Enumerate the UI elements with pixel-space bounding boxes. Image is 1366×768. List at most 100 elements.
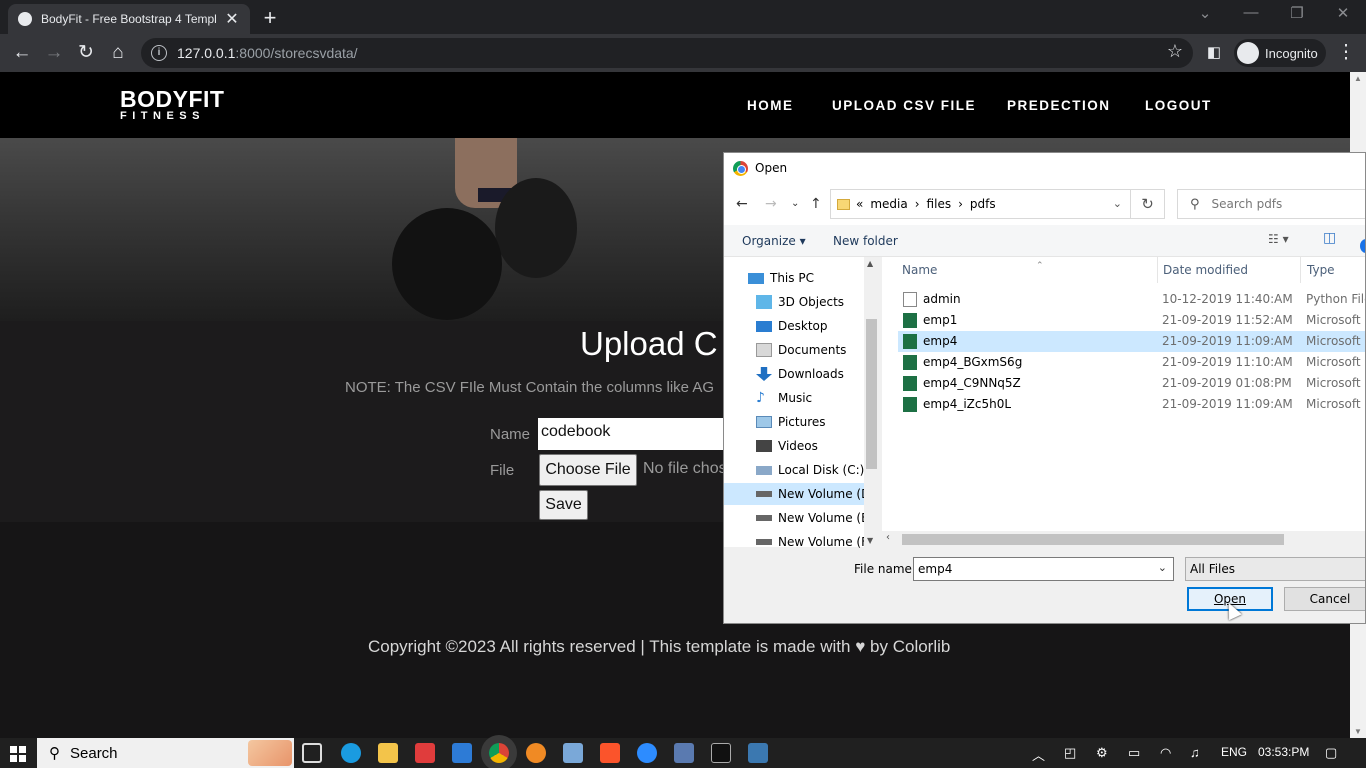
colorlib-link[interactable]: by Colorlib	[870, 637, 950, 656]
clock[interactable]: 03:53:PM	[1258, 745, 1309, 759]
refresh-icon[interactable]: ↻	[1131, 189, 1165, 219]
column-name[interactable]: Name ⌃	[896, 257, 1158, 283]
preview-pane-icon[interactable]: ◫	[1323, 230, 1336, 246]
file-row-emp4[interactable]: emp4 21-09-2019 11:09:AM Microsoft E	[898, 331, 1365, 352]
terminal-icon[interactable]	[711, 743, 731, 763]
scroll-down-icon[interactable]: ▼	[867, 536, 873, 545]
chevron-down-icon[interactable]: ⌄	[1158, 561, 1167, 574]
search-app-icon[interactable]	[526, 743, 546, 763]
nav-videos[interactable]: Videos	[724, 435, 864, 457]
tray-settings-icon[interactable]: ⚙	[1096, 745, 1108, 761]
tab-close-icon[interactable]: ✕	[224, 9, 240, 29]
scroll-up-icon[interactable]: ▲	[867, 259, 873, 268]
file-type-select[interactable]: All Files	[1185, 557, 1365, 581]
python-icon[interactable]	[748, 743, 768, 763]
back-icon[interactable]: ←	[10, 41, 34, 65]
crumb-pdfs[interactable]: pdfs	[970, 197, 996, 211]
brave-icon[interactable]	[600, 743, 620, 763]
forward-icon[interactable]: →	[42, 41, 66, 65]
scroll-down-icon[interactable]: ▼	[1354, 727, 1362, 736]
minimize-icon[interactable]: —	[1228, 4, 1274, 21]
app-icon-blue[interactable]	[563, 743, 583, 763]
tray-app-icon[interactable]: ◰	[1064, 745, 1076, 761]
file-explorer-icon[interactable]	[378, 743, 398, 763]
incognito-indicator[interactable]: Incognito	[1234, 39, 1326, 67]
task-view-icon[interactable]	[302, 743, 322, 763]
file-row-emp4-izc5h0l[interactable]: emp4_iZc5h0L 21-09-2019 11:09:AM Microso…	[898, 394, 1365, 415]
nav-music[interactable]: ♪ Music	[724, 387, 864, 409]
organize-button[interactable]: Organize ▾	[742, 234, 806, 248]
nav-home[interactable]: HOME	[747, 98, 794, 113]
wifi-icon[interactable]: ◠	[1160, 745, 1171, 761]
site-info-icon[interactable]: i	[151, 45, 167, 61]
path-overflow[interactable]: «	[856, 197, 863, 211]
nav-documents[interactable]: Documents	[724, 339, 864, 361]
dialog-search-input[interactable]: ⚲ Search pdfs	[1177, 189, 1365, 219]
column-type[interactable]: Type	[1301, 257, 1365, 283]
nav-new-volume-f[interactable]: New Volume (F:)	[724, 531, 864, 553]
nav-new-volume-d[interactable]: New Volume (D:	[724, 483, 864, 505]
crumb-files[interactable]: files	[927, 197, 952, 211]
app-icon-red[interactable]	[415, 743, 435, 763]
address-bar[interactable]: i 127.0.0.1:8000/storecsvdata/ ☆	[141, 38, 1193, 68]
taskbar-search[interactable]: ⚲ Search	[37, 738, 294, 768]
edge-icon[interactable]	[341, 743, 361, 763]
dialog-back-icon[interactable]: ←	[736, 196, 748, 212]
scroll-left-icon[interactable]: ‹	[886, 532, 890, 543]
file-row-emp1[interactable]: emp1 21-09-2019 11:52:AM Microsoft E	[898, 310, 1365, 331]
battery-icon[interactable]: ▭	[1128, 745, 1140, 761]
browser-tab[interactable]: BodyFit - Free Bootstrap 4 Templ ✕	[8, 4, 250, 34]
file-row-admin[interactable]: admin 10-12-2019 11:40:AM Python File	[898, 289, 1365, 310]
recent-locations-icon[interactable]: ⌄	[791, 198, 799, 209]
cancel-button[interactable]: Cancel	[1284, 587, 1365, 611]
new-tab-button[interactable]: +	[258, 5, 282, 31]
nav-logout[interactable]: LOGOUT	[1145, 98, 1212, 113]
save-button[interactable]: Save	[539, 490, 588, 520]
nav-this-pc[interactable]: This PC	[724, 267, 864, 289]
file-row-emp4-c9nnq5z[interactable]: emp4_C9NNq5Z 21-09-2019 01:08:PM Microso…	[898, 373, 1365, 394]
scroll-thumb[interactable]	[902, 534, 1284, 545]
zoom-icon[interactable]	[637, 743, 657, 763]
nav-new-volume-e[interactable]: New Volume (E:)	[724, 507, 864, 529]
view-options-icon[interactable]: ☷ ▾	[1268, 232, 1289, 246]
close-window-icon[interactable]: ✕	[1320, 4, 1366, 22]
volume-icon[interactable]: ♫	[1190, 745, 1200, 760]
nav-desktop[interactable]: Desktop	[724, 315, 864, 337]
tab-search-icon[interactable]: ⌄	[1182, 4, 1228, 22]
new-folder-button[interactable]: New folder	[833, 234, 898, 248]
side-panel-icon[interactable]: ◧	[1202, 41, 1226, 65]
file-name-input[interactable]: emp4 ⌄	[913, 557, 1174, 581]
column-date-modified[interactable]: Date modified	[1157, 257, 1301, 283]
windows-start-icon[interactable]	[10, 746, 26, 762]
menu-dots-icon[interactable]: ⋮	[1334, 41, 1358, 65]
scroll-up-icon[interactable]: ▲	[1354, 74, 1362, 83]
restore-icon[interactable]: ❐	[1274, 4, 1320, 22]
nav-upload-csv[interactable]: UPLOAD CSV FILE	[832, 98, 976, 113]
nav-3d-objects[interactable]: 3D Objects	[724, 291, 864, 313]
file-row-emp4-bgxms6g[interactable]: emp4_BGxmS6g 21-09-2019 11:10:AM Microso…	[898, 352, 1365, 373]
scroll-thumb[interactable]	[866, 319, 877, 469]
nav-downloads[interactable]: Downloads	[724, 363, 864, 385]
language-indicator[interactable]: ENG	[1221, 745, 1247, 759]
vscode-icon[interactable]	[452, 743, 472, 763]
name-input[interactable]: codebook	[538, 418, 738, 450]
tray-chevron-up-icon[interactable]: ︿	[1032, 745, 1045, 764]
app-icon-monitor[interactable]	[674, 743, 694, 763]
chrome-taskbar-icon[interactable]	[489, 743, 509, 763]
crumb-media[interactable]: media	[870, 197, 907, 211]
nav-pane-scrollbar[interactable]: ▲ ▼	[864, 257, 879, 547]
site-logo[interactable]: BODYFIT FITNESS	[120, 88, 224, 123]
notifications-icon[interactable]: ▢	[1325, 745, 1337, 761]
file-list-hscrollbar[interactable]: ‹	[882, 531, 1365, 548]
path-dropdown-icon[interactable]: ⌄	[1113, 197, 1122, 210]
path-breadcrumb[interactable]: « media › files › pdfs ⌄	[830, 189, 1131, 219]
nav-local-disk-c[interactable]: Local Disk (C:)	[724, 459, 864, 481]
up-folder-icon[interactable]: ↑	[810, 196, 822, 212]
choose-file-button[interactable]: Choose File	[539, 454, 637, 486]
nav-pictures[interactable]: Pictures	[724, 411, 864, 433]
nav-prediction[interactable]: PREDECTION	[1007, 98, 1111, 113]
bookmark-star-icon[interactable]: ☆	[1167, 41, 1183, 62]
home-icon[interactable]: ⌂	[106, 41, 130, 65]
reload-icon[interactable]: ↻	[74, 41, 98, 65]
dialog-forward-icon[interactable]: →	[765, 196, 777, 212]
